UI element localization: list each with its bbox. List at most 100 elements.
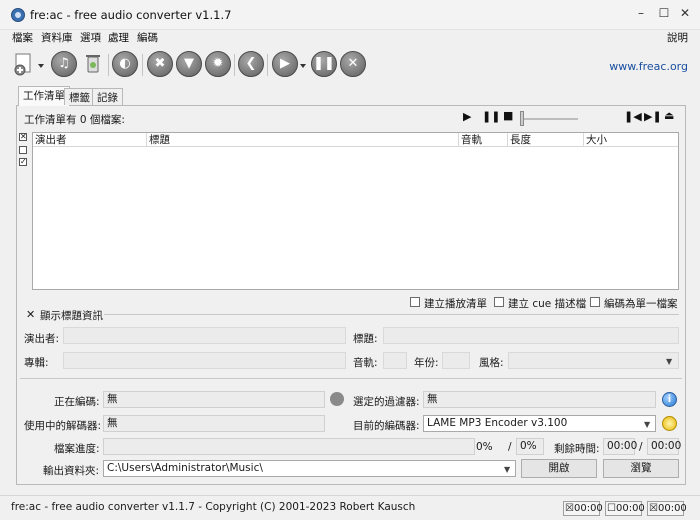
pause-icon[interactable]: ❚❚ <box>311 51 337 77</box>
stop-icon[interactable]: ✕ <box>340 51 366 77</box>
app-icon <box>11 8 25 22</box>
stop-playback-icon[interactable]: ■ <box>503 109 513 122</box>
status-time-2-value: 00:00 <box>615 503 645 514</box>
encoder-settings-gear-icon[interactable] <box>662 416 677 431</box>
create-cue-label: 建立 cue 描述檔 <box>508 298 587 310</box>
title-field[interactable] <box>383 327 679 344</box>
single-file-checkbox[interactable] <box>590 297 600 307</box>
tab-log[interactable]: 記錄 <box>92 88 123 105</box>
menu-file[interactable]: 檔案 <box>12 30 33 45</box>
music-note-icon[interactable]: ♫ <box>51 51 77 77</box>
toggle-selection-checkbox[interactable]: ✓ <box>19 158 27 166</box>
next-track-icon[interactable]: ▶❚ <box>644 110 662 123</box>
genre-dropdown-arrow[interactable]: ▼ <box>666 357 672 366</box>
artist-field[interactable] <box>63 327 346 344</box>
genre-select[interactable] <box>508 352 679 369</box>
file-progress-bar <box>103 438 475 455</box>
title-label: 標題: <box>353 333 378 345</box>
minimize-button[interactable]: – <box>634 6 648 20</box>
output-folder-dropdown-arrow[interactable]: ▼ <box>504 465 510 474</box>
encoder-dropdown-arrow[interactable]: ▼ <box>644 420 650 429</box>
cddb-query-icon[interactable]: ◐ <box>112 51 138 77</box>
remaining-separator: / <box>639 441 643 453</box>
encoding-value: 無 <box>103 391 325 408</box>
title-info-toggle-check[interactable]: ✕ <box>26 308 35 321</box>
menu-encode[interactable]: 編碼 <box>137 30 158 45</box>
decoder-label: 使用中的解碼器: <box>24 420 102 432</box>
year-label: 年份: <box>414 357 439 369</box>
menu-options[interactable]: 選項 <box>80 30 101 45</box>
encoder-config-icon[interactable] <box>330 392 344 406</box>
decoder-value: 無 <box>103 415 325 432</box>
column-header-artist[interactable]: 演出者 <box>33 133 147 147</box>
gear-icon[interactable]: ✹ <box>205 51 231 77</box>
toolbar-separator <box>267 54 268 76</box>
status-time-1: ☒00:00 <box>563 501 603 516</box>
remaining-file-time: 00:00 <box>603 438 637 455</box>
progress-label: 檔案進度: <box>54 443 100 455</box>
close-window-button[interactable]: ✕ <box>678 6 692 20</box>
play-icon[interactable]: ▶ <box>463 110 471 123</box>
tab-tags[interactable]: 標籤 <box>64 88 95 105</box>
genre-label: 風格: <box>479 357 504 369</box>
encoding-label: 正在編碼: <box>54 396 100 408</box>
start-encoding-icon[interactable]: ▶ <box>272 51 298 77</box>
add-dropdown-caret[interactable] <box>38 64 44 68</box>
share-icon[interactable]: ❮ <box>238 51 264 77</box>
previous-track-icon[interactable]: ❚◀ <box>624 110 642 123</box>
album-field[interactable] <box>63 352 346 369</box>
album-label: 專輯: <box>24 357 49 369</box>
artist-label: 演出者: <box>24 333 60 345</box>
eject-icon[interactable]: ⏏ <box>664 109 674 122</box>
filter-label: 選定的過濾器: <box>353 396 420 408</box>
column-header-size[interactable]: 大小 <box>584 133 678 147</box>
create-playlist-label: 建立播放清單 <box>424 298 487 310</box>
maximize-button[interactable]: ☐ <box>657 6 671 20</box>
start-dropdown-caret[interactable] <box>300 64 306 68</box>
title-bar: fre:ac - free audio converter v1.1.7 – ☐… <box>0 0 700 30</box>
playback-slider[interactable] <box>522 118 578 120</box>
create-cue-checkbox[interactable] <box>494 297 504 307</box>
add-files-icon[interactable] <box>11 51 37 77</box>
output-folder-input[interactable]: C:\Users\Administrator\Music\ <box>103 460 516 477</box>
trash-icon[interactable] <box>80 51 106 77</box>
column-header-title[interactable]: 標題 <box>147 133 459 147</box>
playback-slider-thumb[interactable] <box>520 111 524 126</box>
encoder-select[interactable]: LAME MP3 Encoder v3.100 <box>423 415 656 432</box>
info-icon[interactable]: i <box>662 392 677 407</box>
remaining-total-time: 00:00 <box>647 438 681 455</box>
joblist-count: 工作清單有 0 個檔案: <box>24 114 125 126</box>
column-header-length[interactable]: 長度 <box>508 133 584 147</box>
tools-icon[interactable]: ✖ <box>147 51 173 77</box>
toolbar-separator <box>108 54 109 76</box>
pause-playback-icon[interactable]: ❚❚ <box>482 110 500 123</box>
status-text: fre:ac - free audio converter v1.1.7 - C… <box>11 501 416 513</box>
status-time-3: ☒00:00 <box>647 501 687 516</box>
open-button[interactable]: 開啟 <box>521 459 597 478</box>
filter-value: 無 <box>423 391 656 408</box>
file-progress-percent: 0% <box>476 441 493 453</box>
single-file-label: 編碼為單一檔案 <box>604 298 678 310</box>
menu-bar: 檔案 資料庫 選項 處理 編碼 說明 <box>0 30 700 46</box>
tab-joblist[interactable]: 工作清單 <box>18 86 70 106</box>
filter-icon[interactable]: ▼ <box>176 51 202 77</box>
select-all-checkbox[interactable]: ✕ <box>19 133 27 141</box>
menu-help[interactable]: 說明 <box>667 30 688 45</box>
browse-button[interactable]: 瀏覽 <box>603 459 679 478</box>
select-none-checkbox[interactable] <box>19 146 27 154</box>
freac-website-link[interactable]: www.freac.org <box>609 60 688 73</box>
column-header-track[interactable]: 音軌 <box>459 133 508 147</box>
remaining-label: 剩餘時間: <box>554 443 600 455</box>
menu-process[interactable]: 處理 <box>108 30 129 45</box>
status-divider <box>20 378 682 379</box>
status-time-1-value: 00:00 <box>573 503 603 514</box>
total-progress-percent: 0% <box>516 438 544 455</box>
status-time-2: ☐00:00 <box>605 501 645 516</box>
joblist-table[interactable]: 演出者 標題 音軌 長度 大小 <box>32 132 679 290</box>
title-info-toggle-label: 顯示標題資訊 <box>40 310 103 322</box>
status-time-3-value: 00:00 <box>657 503 687 514</box>
create-playlist-checkbox[interactable] <box>410 297 420 307</box>
track-field[interactable] <box>383 352 407 369</box>
menu-database[interactable]: 資料庫 <box>41 30 73 45</box>
year-field[interactable] <box>442 352 470 369</box>
